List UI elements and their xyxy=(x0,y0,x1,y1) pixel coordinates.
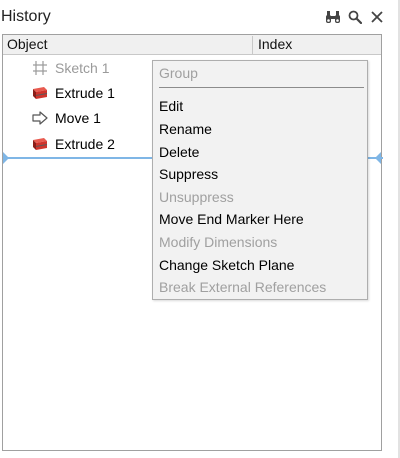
tree-row-label: Move 1 xyxy=(55,110,101,126)
panel-toolbar xyxy=(325,9,385,25)
tree-row-label: Extrude 1 xyxy=(55,85,115,101)
menu-separator xyxy=(159,87,364,88)
end-marker-left-handle[interactable] xyxy=(3,152,9,164)
menu-item-unsuppress: Unsuppress xyxy=(159,189,234,205)
menu-item-edit[interactable]: Edit xyxy=(159,97,183,115)
menu-item-rename[interactable]: Rename xyxy=(159,120,212,138)
tree-row-move-1[interactable]: Move 1 xyxy=(31,107,101,129)
extrude-icon xyxy=(31,84,49,102)
tree-row-extrude-1[interactable]: Extrude 1 xyxy=(31,82,115,104)
magnifier-icon[interactable] xyxy=(347,9,363,25)
tree-row-sketch-1[interactable]: Sketch 1 xyxy=(31,57,109,79)
sketch-grid-icon xyxy=(31,59,49,77)
tree-row-label: Sketch 1 xyxy=(55,60,110,76)
move-arrow-icon xyxy=(31,109,49,127)
context-menu: Group Edit Rename Delete Suppress Unsupp… xyxy=(152,60,368,300)
menu-item-delete[interactable]: Delete xyxy=(159,143,199,161)
binoculars-icon[interactable] xyxy=(325,9,341,25)
column-divider[interactable] xyxy=(252,36,253,54)
column-object[interactable]: Object xyxy=(7,35,251,54)
close-icon[interactable] xyxy=(369,9,385,25)
tree-row-extrude-2[interactable]: Extrude 2 xyxy=(31,133,115,155)
menu-item-modify-dimensions: Modify Dimensions xyxy=(159,234,278,250)
menu-item-move-end-marker-here[interactable]: Move End Marker Here xyxy=(159,210,304,228)
extrude-icon xyxy=(31,135,49,153)
menu-item-break-external-references: Break External References xyxy=(159,279,327,295)
menu-item-group: Group xyxy=(159,65,198,81)
tree-row-label: Extrude 2 xyxy=(55,136,115,152)
column-index[interactable]: Index xyxy=(258,35,292,54)
column-header: Object Index xyxy=(3,35,381,55)
panel-title: History xyxy=(1,8,51,25)
menu-item-suppress[interactable]: Suppress xyxy=(159,165,218,183)
menu-item-change-sketch-plane[interactable]: Change Sketch Plane xyxy=(159,256,294,274)
end-marker-right-handle[interactable] xyxy=(375,152,381,164)
